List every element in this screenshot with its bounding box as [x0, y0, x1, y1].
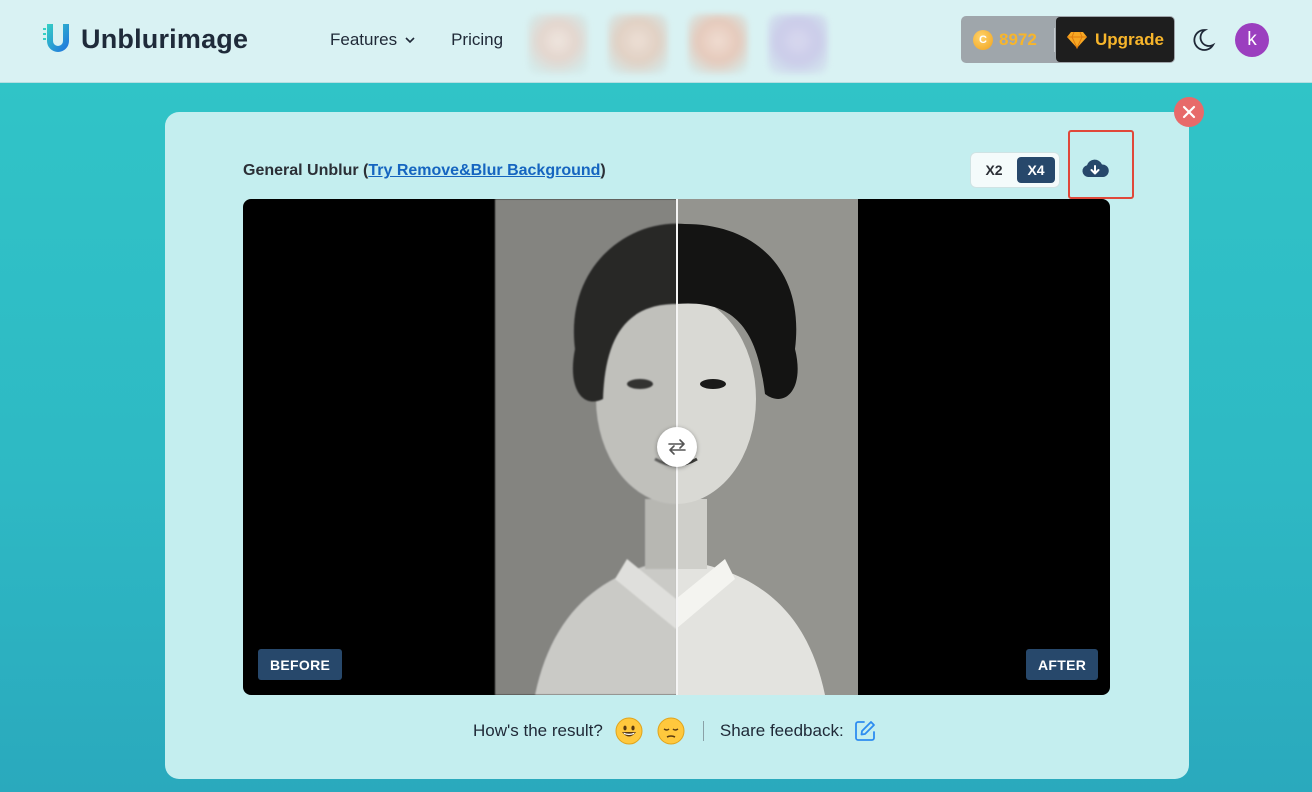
before-image: [495, 199, 677, 695]
main-nav: Features Pricing: [330, 30, 503, 50]
top-header: Unblurimage Features Pricing C 8972 Upgr…: [0, 0, 1312, 83]
upgrade-button[interactable]: Upgrade: [1056, 17, 1174, 62]
after-image: [677, 199, 858, 695]
feedback-bar: How's the result? Share feedback:: [473, 717, 877, 745]
logo[interactable]: Unblurimage: [43, 22, 248, 56]
nav-pricing[interactable]: Pricing: [451, 30, 503, 50]
feedback-question: How's the result?: [473, 721, 603, 740]
remove-blur-background-link[interactable]: Try Remove&Blur Background: [368, 162, 600, 179]
scale-toggle: X2 X4: [970, 152, 1060, 188]
nav-pricing-label: Pricing: [451, 30, 504, 49]
cloud-download-icon: [1082, 159, 1109, 177]
chevron-down-icon: [405, 37, 415, 44]
example-thumbnail[interactable]: [768, 14, 828, 74]
grinning-face-icon[interactable]: [615, 717, 643, 745]
credit-count: 8972: [999, 29, 1037, 49]
mode-title-suffix: ): [600, 162, 606, 179]
scale-x2-option[interactable]: X2: [975, 157, 1013, 183]
before-after-comparison[interactable]: BEFORE AFTER: [243, 199, 1110, 695]
logo-text: Unblurimage: [81, 23, 249, 54]
dark-mode-moon-icon[interactable]: [1190, 27, 1216, 53]
comparison-handle[interactable]: [657, 427, 697, 467]
example-thumbnail[interactable]: [688, 14, 748, 74]
share-feedback-label: Share feedback:: [719, 721, 844, 740]
avatar[interactable]: k: [1235, 23, 1269, 57]
upgrade-label: Upgrade: [1095, 29, 1164, 49]
download-button[interactable]: [1078, 152, 1112, 186]
close-button[interactable]: [1174, 97, 1204, 127]
credit-balance: C 8972: [961, 29, 1054, 50]
nav-features-label: Features: [330, 30, 398, 49]
nav-features[interactable]: Features: [330, 30, 417, 50]
swap-arrows-icon: [668, 439, 686, 455]
before-label: BEFORE: [258, 649, 343, 680]
mode-title-prefix: General Unblur (: [243, 162, 369, 179]
example-thumbnail[interactable]: [608, 14, 668, 74]
portrait-after-illustration: [677, 199, 858, 695]
diamond-icon: [1067, 31, 1088, 49]
credits-box: C 8972 Upgrade: [961, 16, 1175, 63]
scale-x4-option[interactable]: X4: [1017, 157, 1055, 183]
avatar-initial: k: [1247, 29, 1257, 50]
divider: [1054, 27, 1055, 52]
edit-icon[interactable]: [853, 719, 877, 743]
example-thumbnail[interactable]: [528, 14, 588, 74]
close-icon: [1182, 105, 1196, 119]
divider: [702, 721, 704, 741]
logo-mark-icon: [43, 24, 69, 52]
pensive-face-icon[interactable]: [657, 717, 685, 745]
example-thumbnails: [528, 14, 828, 74]
portrait-before-illustration: [495, 199, 677, 695]
coin-icon: C: [973, 29, 993, 50]
after-label: AFTER: [1026, 649, 1099, 680]
mode-title: General Unblur (Try Remove&Blur Backgrou…: [243, 162, 606, 180]
